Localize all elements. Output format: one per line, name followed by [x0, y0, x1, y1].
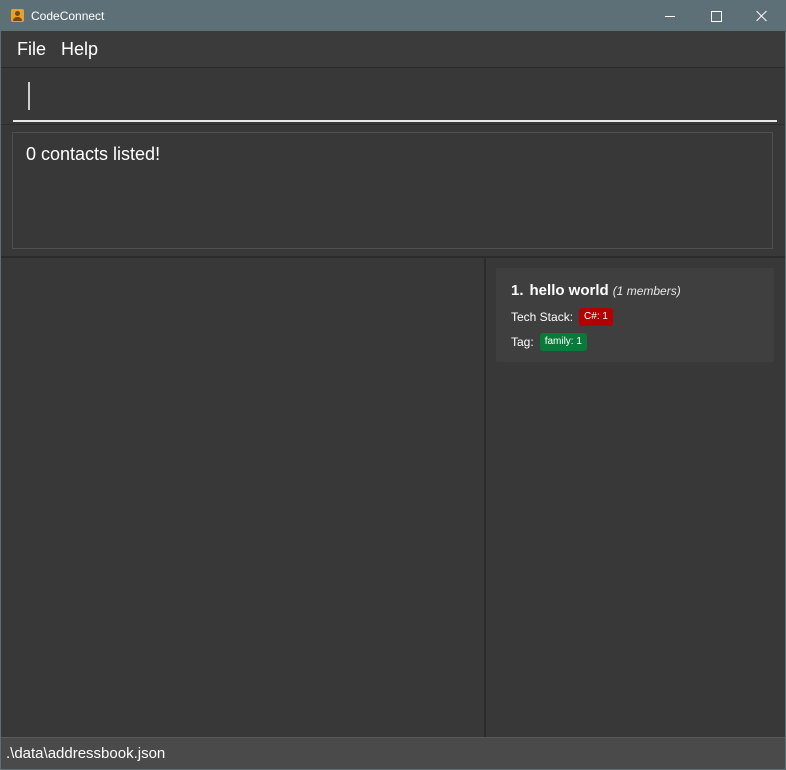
- maximize-button[interactable]: [693, 1, 739, 31]
- result-display[interactable]: 0 contacts listed!: [12, 132, 773, 249]
- tech-stack-row: Tech Stack: C#: 1: [511, 308, 613, 326]
- close-button[interactable]: [739, 1, 785, 31]
- tag-label: Tag:: [511, 335, 534, 349]
- command-input[interactable]: [13, 76, 777, 122]
- tech-stack-badge: C#: 1: [579, 308, 613, 326]
- close-icon: [756, 10, 768, 22]
- app-icon: [11, 9, 24, 22]
- result-message: 0 contacts listed!: [26, 144, 161, 164]
- group-members-count: (1 members): [612, 284, 681, 298]
- command-box: [1, 68, 785, 125]
- minimize-button[interactable]: [647, 1, 693, 31]
- group-name: hello world: [529, 282, 609, 299]
- menu-file[interactable]: File: [17, 39, 46, 60]
- menu-help[interactable]: Help: [61, 39, 98, 60]
- group-index: 1.: [511, 282, 524, 299]
- tag-row: Tag: family: 1: [511, 333, 587, 351]
- app-window: CodeConnect File Help 0 contacts listed!…: [0, 0, 786, 770]
- maximize-icon: [710, 10, 722, 22]
- text-caret: [28, 82, 30, 110]
- minimize-icon: [665, 15, 675, 17]
- tech-stack-label: Tech Stack:: [511, 310, 574, 324]
- group-card[interactable]: 1. hello world (1 members) Tech Stack: C#:…: [496, 268, 774, 362]
- person-list-panel[interactable]: [1, 258, 484, 737]
- save-file-path: .\data\addressbook.json: [6, 745, 166, 762]
- title-bar[interactable]: CodeConnect: [1, 1, 785, 31]
- menu-bar: File Help: [1, 31, 785, 68]
- group-title: 1. hello world (1 members): [511, 282, 681, 299]
- tag-badge: family: 1: [539, 333, 587, 351]
- window-title: CodeConnect: [31, 9, 105, 23]
- status-bar: .\data\addressbook.json: [1, 737, 785, 769]
- group-list-panel[interactable]: 1. hello world (1 members) Tech Stack: C#:…: [486, 258, 785, 737]
